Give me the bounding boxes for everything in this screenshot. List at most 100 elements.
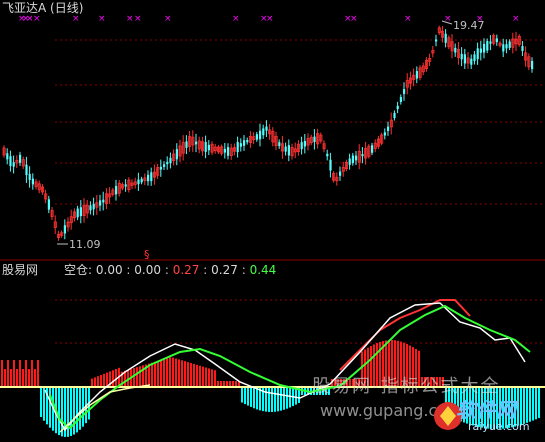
histogram-bar — [49, 387, 51, 428]
histogram-bar — [244, 387, 246, 405]
candle-body — [243, 140, 246, 146]
histogram-bar — [280, 387, 282, 411]
candle-body — [223, 148, 226, 153]
candle-body — [195, 141, 198, 145]
histogram-bar — [256, 387, 258, 410]
histogram-bar — [199, 365, 201, 387]
candle-body — [483, 43, 486, 53]
histogram-bar — [94, 377, 96, 387]
candle-body — [531, 60, 534, 70]
candle-body — [287, 145, 290, 156]
histogram-bar — [172, 357, 174, 387]
candle-body — [371, 145, 374, 153]
low-price-label: 11.09 — [69, 238, 101, 251]
candle-body — [12, 162, 15, 167]
indicator-value: 0.00 — [134, 263, 162, 277]
candle-body — [28, 173, 31, 180]
histogram-bar — [76, 387, 78, 433]
candle-body — [473, 54, 476, 62]
histogram-bar — [10, 369, 12, 387]
candle-body — [9, 156, 12, 167]
histogram-bar — [175, 358, 177, 387]
histogram-bar — [163, 359, 165, 387]
histogram-bar — [265, 387, 267, 412]
histogram-bar — [82, 387, 84, 427]
candle-body — [463, 54, 466, 64]
histogram-bar — [247, 387, 249, 406]
histogram-bar — [25, 360, 27, 387]
x-marker-icon: × — [126, 14, 134, 24]
histogram-bar — [166, 358, 168, 387]
histogram-bar — [271, 387, 273, 412]
candle-body — [79, 207, 82, 217]
candle-body — [265, 126, 268, 131]
histogram-bar — [19, 360, 21, 387]
candle-body — [63, 225, 66, 234]
candle-body — [175, 149, 178, 160]
histogram-bar — [103, 373, 105, 387]
x-marker-icon: × — [266, 14, 274, 24]
signal-s-marker: § — [144, 248, 150, 261]
candle-body — [396, 105, 399, 110]
candle-body — [348, 158, 351, 165]
candle-body — [159, 166, 162, 170]
candle-body — [19, 154, 22, 163]
candle-body — [147, 174, 150, 182]
histogram-bar — [97, 376, 99, 387]
candle-body — [399, 97, 402, 102]
histogram-bar — [286, 387, 288, 409]
candle-body — [124, 184, 127, 187]
candle-body — [259, 130, 262, 140]
histogram-bar — [160, 360, 162, 387]
histogram-bar — [187, 362, 189, 387]
histogram-bar — [16, 369, 18, 387]
histogram-bar — [91, 378, 93, 387]
histogram-bar — [184, 361, 186, 387]
histogram-bar — [31, 360, 33, 387]
candle-body — [284, 146, 287, 152]
candle-body — [239, 143, 242, 147]
histogram-bar — [205, 367, 207, 387]
candle-body — [339, 171, 342, 176]
value-separator: : — [203, 263, 208, 277]
candle-body — [329, 159, 332, 171]
signal-markers: ××× × × × × × × × ×× ×× × × × × — [18, 14, 520, 24]
histogram-bar — [73, 387, 75, 435]
indicator-name: 股易网 — [2, 263, 39, 277]
candle-body — [169, 157, 172, 164]
histogram-bar — [157, 360, 159, 387]
candle-body — [102, 199, 105, 203]
candle-body — [89, 205, 92, 211]
histogram-bar — [37, 360, 39, 387]
candle-body — [403, 89, 406, 94]
x-marker-icon: × — [512, 14, 520, 24]
candle-body — [227, 147, 230, 156]
histogram-bar — [100, 375, 102, 387]
value-separator: : — [164, 263, 169, 277]
indicator-value: 0.27 — [211, 263, 238, 277]
candle-body — [76, 208, 79, 218]
candle-body — [25, 164, 28, 176]
histogram-bar — [67, 387, 69, 437]
candle-body — [383, 132, 386, 136]
candle-body — [444, 33, 447, 43]
chart-title: 飞亚达A (日线) — [2, 1, 84, 15]
histogram-bar — [154, 361, 156, 387]
indicator-values-row: 空仓: 0.00 : 0.00 : 0.27 : 0.27 : 0.44 — [64, 263, 276, 277]
candle-body — [521, 46, 524, 51]
candle-body — [351, 155, 354, 164]
candlestick-series[interactable] — [2, 25, 534, 241]
candle-body — [489, 41, 492, 44]
candle-body — [150, 172, 153, 182]
histogram-bar — [208, 368, 210, 387]
histogram-bar — [277, 387, 279, 412]
high-price-label: 19.47 — [453, 19, 485, 32]
histogram-bar — [178, 359, 180, 387]
histogram-bar — [40, 387, 42, 417]
candle-body — [92, 203, 95, 210]
indicator-label: 空仓: — [64, 263, 93, 277]
candle-body — [303, 140, 306, 147]
x-marker-icon: × — [72, 14, 80, 24]
histogram-bar — [274, 387, 276, 412]
histogram-bar — [7, 360, 9, 387]
